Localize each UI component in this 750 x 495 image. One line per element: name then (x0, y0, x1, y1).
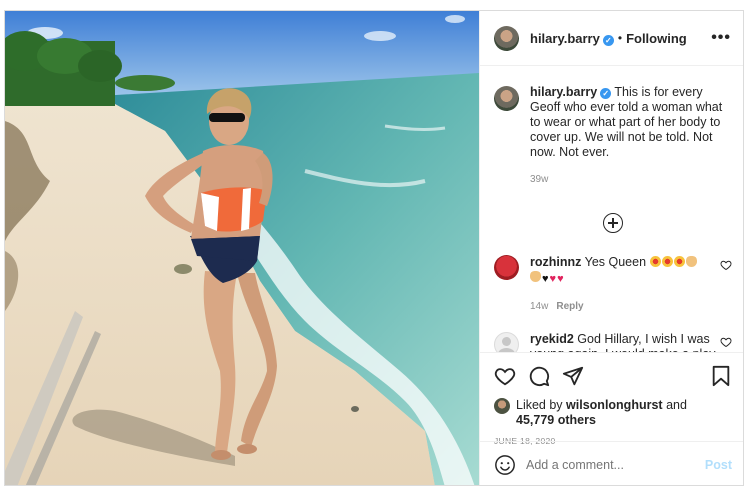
caption-meta: 39w (530, 172, 732, 187)
author-avatar[interactable] (494, 25, 519, 51)
verified-badge-icon: ✓ (602, 34, 614, 46)
commenter-avatar[interactable] (494, 255, 519, 280)
comment-item: rozhinnz Yes Queen ♥♥♥ 14w Reply (494, 255, 732, 314)
comment-username[interactable]: rozhinnz (530, 255, 581, 269)
post-comment-button[interactable]: Post (705, 458, 732, 472)
clapping-emoji-icon (685, 256, 697, 267)
star-struck-emoji-icon (649, 256, 661, 267)
likes-count[interactable]: 45,779 others (516, 413, 596, 427)
red-heart-emoji-icon: ♥ (549, 273, 557, 285)
comment-item: ryekid2 God Hillary, I wish I was young … (494, 332, 732, 352)
caption-time[interactable]: 39w (530, 174, 548, 185)
caption-avatar[interactable] (494, 86, 519, 111)
comment-username[interactable]: ryekid2 (530, 332, 574, 346)
author-username-text[interactable]: hilary.barry (530, 31, 600, 46)
action-icons-row (494, 363, 732, 389)
likes-prefix: Liked by (516, 398, 563, 412)
comment-text: Yes Queen (584, 255, 647, 269)
post-caption: hilary.barry ✓ This is for every Geoff wh… (494, 85, 732, 187)
post-header: hilary.barry ✓ • Following ••• (480, 11, 743, 66)
caption-username-text[interactable]: hilary.barry (530, 85, 597, 99)
commenter-avatar[interactable] (494, 332, 519, 352)
caption-verified-badge-icon: ✓ (600, 88, 612, 99)
red-heart-emoji-icon: ♥ (557, 273, 564, 285)
smiley-icon[interactable] (494, 454, 516, 476)
comment-like-heart-icon[interactable] (720, 336, 732, 348)
likes-summary: Liked by wilsonlonghurst and 45,779 othe… (494, 398, 732, 428)
author-username[interactable]: hilary.barry ✓ (530, 31, 614, 46)
clapping-emoji-icon (530, 271, 541, 282)
liker-username[interactable]: wilsonlonghurst (566, 398, 663, 412)
emoji-line-1 (649, 255, 698, 269)
caption-body: hilary.barry ✓ This is for every Geoff wh… (530, 85, 732, 187)
comment-like-heart-icon[interactable] (720, 259, 732, 271)
post-dialog: hilary.barry ✓ • Following ••• hilary.bar… (4, 10, 744, 486)
likes-text: Liked by wilsonlonghurst and 45,779 othe… (516, 398, 687, 428)
header-separator: • (617, 31, 623, 45)
likes-conj: and (666, 398, 687, 412)
reply-button[interactable]: Reply (556, 301, 583, 312)
comment-body: rozhinnz Yes Queen ♥♥♥ 14w Reply (530, 255, 726, 314)
more-options-icon[interactable]: ••• (711, 29, 731, 47)
comment-input[interactable] (526, 457, 696, 472)
paper-plane-icon[interactable] (562, 365, 584, 387)
comment-icon[interactable] (528, 365, 550, 387)
emoji-line-2: ♥♥♥ (530, 270, 565, 285)
add-comment-bar: Post (480, 441, 743, 485)
comment-meta: 14w Reply (530, 299, 726, 314)
following-button[interactable]: Following (626, 31, 687, 46)
post-photo[interactable] (5, 11, 479, 485)
liker-avatar[interactable] (494, 398, 510, 414)
comment-body: ryekid2 God Hillary, I wish I was young … (530, 332, 726, 352)
star-struck-emoji-icon (673, 256, 685, 267)
star-struck-emoji-icon (661, 256, 673, 267)
post-actions: Liked by wilsonlonghurst and 45,779 othe… (480, 352, 743, 446)
bookmark-icon[interactable] (710, 365, 732, 387)
comment-time[interactable]: 14w (530, 301, 548, 312)
beach-photo-illustration (5, 11, 479, 485)
black-heart-emoji-icon: ♥ (542, 273, 549, 285)
heart-icon[interactable] (494, 365, 516, 387)
post-side-panel: hilary.barry ✓ • Following ••• hilary.bar… (479, 11, 743, 485)
caption-username[interactable]: hilary.barry ✓ (530, 85, 612, 99)
plus-circle-icon[interactable] (603, 213, 623, 233)
comments-list[interactable]: hilary.barry ✓ This is for every Geoff wh… (480, 67, 743, 352)
